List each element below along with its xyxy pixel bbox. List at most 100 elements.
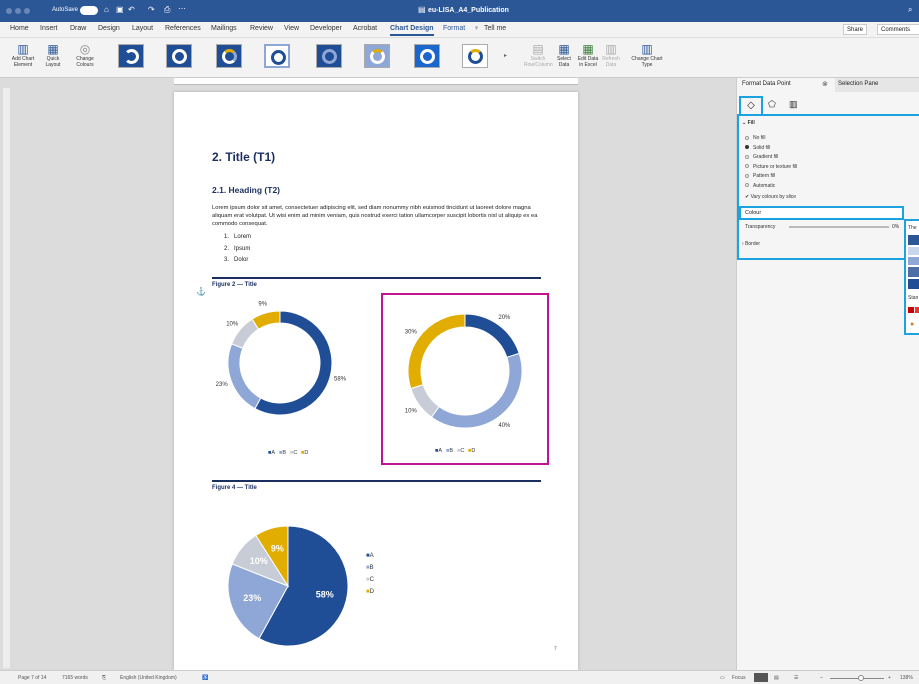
colour-picker-popup[interactable]: The Stan ● [904, 219, 919, 335]
edit-data-button[interactable]: ▦ Edit Data in Excel [576, 42, 600, 68]
swatch-theme-1[interactable] [908, 235, 919, 245]
border-section-header[interactable]: › Border [742, 241, 760, 247]
accessibility-icon[interactable]: ♿ [202, 675, 208, 681]
redo-icon[interactable]: ↷ [148, 5, 155, 14]
fill-section-header[interactable]: ⌄ Fill [742, 120, 755, 126]
fill-option-picture[interactable]: Picture or texture fill [745, 163, 797, 173]
web-layout-icon[interactable]: ▤ [774, 675, 779, 681]
swatch-theme-3[interactable] [908, 257, 919, 265]
chart-style-2[interactable] [166, 44, 192, 68]
chart-style-4[interactable] [264, 44, 290, 68]
menu-review[interactable]: Review [250, 25, 273, 32]
chart1-data-label-B: 23% [216, 382, 229, 388]
fill-option-automatic[interactable]: Automatic [745, 182, 797, 192]
chart1-data-label-D: 9% [258, 301, 267, 307]
swatch-theme-4[interactable] [908, 267, 919, 277]
swatch-red[interactable] [908, 307, 914, 313]
chart-style-8[interactable] [462, 44, 488, 68]
change-chart-type-button[interactable]: ▥ Change Chart Type [630, 42, 664, 68]
proofing-icon[interactable]: ⎘ [102, 675, 106, 681]
zoom-slider-thumb[interactable] [858, 675, 864, 681]
menu-mailings[interactable]: Mailings [211, 25, 237, 32]
page-count[interactable]: Page 7 of 14 [18, 675, 46, 681]
menu-format[interactable]: Format [443, 25, 465, 32]
close-window-icon[interactable] [6, 8, 12, 14]
menu-bar: Home Insert Draw Design Layout Reference… [0, 22, 919, 38]
fill-option-solid[interactable]: Solid fill [745, 144, 797, 154]
vertical-ruler[interactable] [3, 88, 10, 668]
refresh-label: Refresh Data [602, 56, 620, 68]
effects-pentagon-icon[interactable]: ⬠ [768, 99, 776, 110]
transparency-slider[interactable] [789, 226, 889, 228]
zoom-out-icon[interactable]: – [820, 675, 823, 681]
horizontal-ruler[interactable] [174, 78, 578, 85]
quick-layout-button[interactable]: ▦ Quick Layout [40, 42, 66, 68]
language[interactable]: English (United Kingdom) [120, 675, 177, 681]
transparency-value[interactable]: 0% [892, 224, 899, 230]
format-title: Format Data Point [742, 81, 791, 87]
change-colours-button[interactable]: ◎ Change Colours [70, 42, 100, 68]
swatch-light-red[interactable] [915, 307, 919, 313]
menu-view[interactable]: View [284, 25, 299, 32]
change-colours-label: Change Colours [76, 56, 94, 68]
menu-acrobat[interactable]: Acrobat [353, 25, 377, 32]
chart-style-7[interactable] [414, 44, 440, 68]
more-colours-icon[interactable]: ● [910, 321, 914, 328]
comments-button[interactable]: Comments [877, 24, 919, 35]
search-icon[interactable]: ⌕ [908, 5, 912, 15]
save-icon[interactable]: ▣ [116, 5, 124, 14]
menu-draw[interactable]: Draw [70, 25, 86, 32]
vary-colours-checkbox[interactable]: ✔ Vary colours by slice [745, 193, 797, 203]
more-icon[interactable]: ⋯ [178, 4, 186, 13]
colour-field[interactable]: Colour [739, 206, 904, 220]
print-icon[interactable]: ⎙ [164, 5, 170, 15]
fill-option-no-fill[interactable]: No fill [745, 134, 797, 144]
select-data-button[interactable]: ▦ Select Data [554, 42, 574, 68]
menu-home[interactable]: Home [10, 25, 29, 32]
menu-tell-me[interactable]: Tell me [484, 25, 506, 32]
fill-option-pattern[interactable]: Pattern fill [745, 172, 797, 182]
fill-option-gradient[interactable]: Gradient fill [745, 153, 797, 163]
add-chart-element-button[interactable]: ▥ Add Chart Element [8, 42, 38, 68]
format-data-point-tab[interactable]: Format Data Point [739, 78, 835, 92]
close-pane-icon[interactable]: ⊗ [822, 80, 828, 88]
zoom-slider[interactable] [830, 678, 884, 679]
minimize-window-icon[interactable] [15, 8, 21, 14]
menu-references[interactable]: References [165, 25, 201, 32]
series-options-icon[interactable]: ▥ [789, 99, 798, 110]
autosave-toggle[interactable] [80, 6, 98, 15]
fill-line-tab[interactable]: ◇ [739, 96, 763, 116]
focus-label[interactable]: Focus [732, 675, 746, 681]
comments-label: Comments [881, 27, 911, 33]
undo-icon[interactable]: ↶ [128, 5, 135, 14]
chart1-data-label-A: 58% [334, 376, 347, 382]
selected-chart-frame[interactable] [381, 293, 549, 465]
print-layout-icon[interactable] [754, 673, 768, 682]
word-count[interactable]: 7165 words [62, 675, 88, 681]
outline-icon[interactable]: ☰ [794, 675, 798, 681]
menu-design[interactable]: Design [98, 25, 120, 32]
chart-style-3[interactable] [216, 44, 242, 68]
chart1-legend-B: ■B [279, 450, 286, 456]
zoom-level[interactable]: 138% [900, 675, 913, 681]
menu-insert[interactable]: Insert [40, 25, 58, 32]
chart-style-5[interactable] [316, 44, 342, 68]
home-icon[interactable]: ⌂ [104, 5, 109, 14]
styles-more-icon[interactable]: ▸ [504, 52, 507, 59]
zoom-in-icon[interactable]: + [888, 675, 891, 681]
selection-pane-tab[interactable]: Selection Pane [835, 78, 919, 92]
menu-developer[interactable]: Developer [310, 25, 342, 32]
chart-style-1[interactable] [118, 44, 144, 68]
menu-layout[interactable]: Layout [132, 25, 153, 32]
chart3-legend-A: ■A [366, 553, 374, 559]
chart1-slice-D [251, 310, 281, 330]
share-label: Share [847, 27, 864, 33]
share-button[interactable]: Share [843, 24, 868, 35]
swatch-theme-2[interactable] [908, 247, 919, 255]
maximize-window-icon[interactable] [24, 8, 30, 14]
menu-chart-design[interactable]: Chart Design [390, 25, 434, 36]
refresh-icon: ▥ [605, 42, 617, 56]
chart-style-6[interactable] [364, 44, 390, 68]
swatch-theme-5[interactable] [908, 279, 919, 289]
focus-icon[interactable]: ▭ [720, 675, 725, 681]
